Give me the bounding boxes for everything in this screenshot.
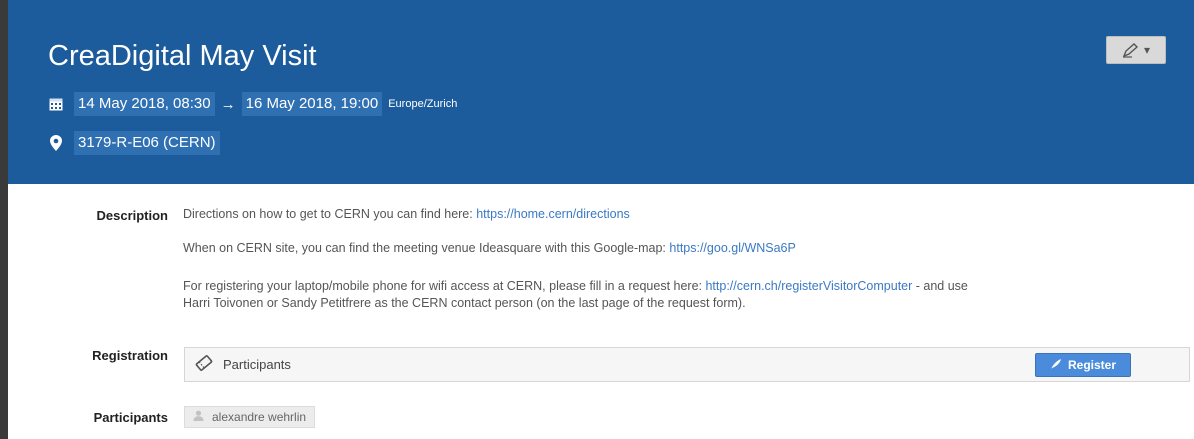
google-map-link[interactable]: https://goo.gl/WNSa6P xyxy=(669,241,795,255)
timezone: Europe/Zurich xyxy=(388,98,458,110)
ticket-icon xyxy=(195,354,213,377)
description-text: - and use xyxy=(912,279,968,293)
register-button-label: Register xyxy=(1067,358,1117,372)
feather-icon xyxy=(1050,358,1062,373)
register-button[interactable]: Register xyxy=(1035,353,1131,377)
description-line-4: Harri Toivonen or Sandy Petitfrere as th… xyxy=(183,296,746,310)
edit-menu-button[interactable]: ▾ xyxy=(1106,36,1166,64)
date-arrow: → xyxy=(220,95,236,113)
chevron-down-icon: ▾ xyxy=(1143,43,1151,57)
event-header: CreaDigital May Visit ▾ 14 May 2018, 08:… xyxy=(8,0,1194,184)
description-text: Directions on how to get to CERN you can… xyxy=(183,207,477,221)
event-location: 3179-R-E06 (CERN) xyxy=(48,131,220,155)
registration-form-box: Participants Register xyxy=(184,347,1190,382)
map-marker-icon xyxy=(48,135,64,151)
pen-icon xyxy=(1122,42,1140,58)
directions-link[interactable]: https://home.cern/directions xyxy=(476,207,630,221)
description-text: For registering your laptop/mobile phone… xyxy=(183,279,706,293)
registration-form-name: Participants xyxy=(223,357,291,372)
participant-chip: alexandre wehrlin xyxy=(184,406,316,428)
left-border xyxy=(0,0,8,439)
registration-label: Registration xyxy=(92,348,168,363)
event-details: Description Directions on how to get to … xyxy=(8,184,1194,439)
description-label: Description xyxy=(96,208,168,223)
user-icon xyxy=(193,410,204,424)
description-text: When on CERN site, you can find the meet… xyxy=(183,241,670,255)
end-datetime: 16 May 2018, 19:00 xyxy=(241,92,383,116)
description-line-1: Directions on how to get to CERN you can… xyxy=(183,206,630,223)
description-line-3: For registering your laptop/mobile phone… xyxy=(183,278,968,295)
location-name[interactable]: 3179-R-E06 (CERN) xyxy=(74,131,220,155)
event-title: CreaDigital May Visit xyxy=(48,40,317,72)
description-line-2: When on CERN site, you can find the meet… xyxy=(183,240,796,257)
start-datetime: 14 May 2018, 08:30 xyxy=(74,92,215,116)
event-dates: 14 May 2018, 08:30 → 16 May 2018, 19:00 … xyxy=(48,92,457,116)
participant-name: alexandre wehrlin xyxy=(212,410,307,424)
calendar-icon xyxy=(48,96,64,112)
register-computer-link[interactable]: http://cern.ch/registerVisitorComputer xyxy=(705,279,912,293)
participants-label: Participants xyxy=(93,410,168,425)
